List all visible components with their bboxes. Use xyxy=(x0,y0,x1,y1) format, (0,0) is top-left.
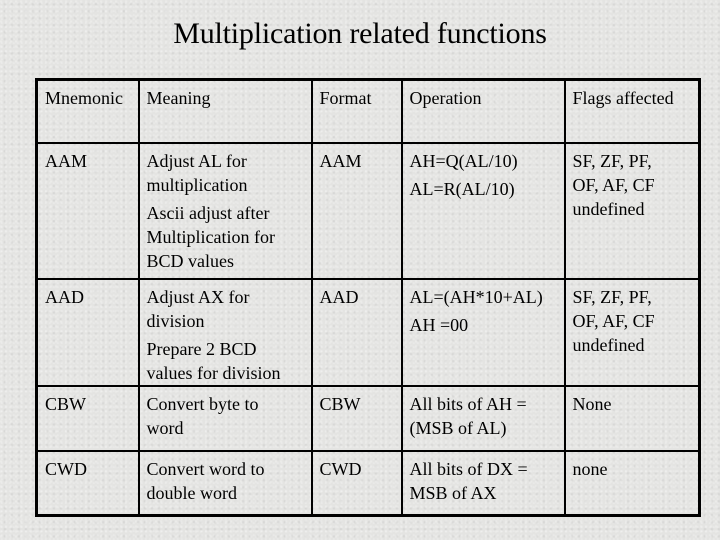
flags-line: OF, AF, CF xyxy=(572,174,655,195)
meaning-line: division xyxy=(146,310,205,331)
cell-meaning: Convert word to double word xyxy=(137,449,313,517)
header-flags-affected: Flags affected xyxy=(563,78,701,144)
meaning-extra-line: values for division xyxy=(146,362,281,383)
table-row: AAM Adjust AL for multiplication Ascii a… xyxy=(35,141,701,280)
cell-flags: none xyxy=(563,449,701,517)
header-operation: Operation xyxy=(400,78,566,144)
meaning-line: Convert byte to xyxy=(146,393,259,414)
cell-operation: All bits of DX = MSB of AX xyxy=(400,449,566,517)
cell-meaning: Adjust AL for multiplication Ascii adjus… xyxy=(137,141,313,280)
cell-mnemonic: CBW xyxy=(35,384,140,452)
cell-mnemonic: AAM xyxy=(35,141,140,280)
operation-line: AH=Q(AL/10) xyxy=(409,150,518,171)
meaning-line: Adjust AX for xyxy=(146,286,250,307)
flags-line: SF, ZF, PF, xyxy=(572,286,652,307)
header-format: Format xyxy=(310,78,403,144)
table-row: CWD Convert word to double word CWD All … xyxy=(35,449,701,517)
flags-line: SF, ZF, PF, xyxy=(572,150,652,171)
cell-format: CWD xyxy=(310,449,403,517)
cell-format: CBW xyxy=(310,384,403,452)
meaning-line: multiplication xyxy=(146,174,248,195)
page-title: Multiplication related functions xyxy=(173,17,547,50)
table-row: CBW Convert byte to word CBW All bits of… xyxy=(35,384,701,452)
meaning-line: Convert word to xyxy=(146,458,265,479)
meaning-extra-line: Ascii adjust after xyxy=(146,202,270,223)
operation-line: AH =00 xyxy=(409,314,469,335)
flags-line: OF, AF, CF xyxy=(572,310,655,331)
operation-line: All bits of AH = xyxy=(409,393,527,414)
flags-line: undefined xyxy=(572,198,645,219)
table-header-row: Mnemonic Meaning Format Operation Flags … xyxy=(35,78,701,144)
flags-line: undefined xyxy=(572,334,645,355)
operation-line: MSB of AX xyxy=(409,482,497,503)
cell-flags: SF, ZF, PF, OF, AF, CF undefined xyxy=(563,277,701,387)
flags-line: none xyxy=(572,458,608,479)
cell-operation: AL=(AH*10+AL) AH =00 xyxy=(400,277,566,387)
cell-mnemonic: AAD xyxy=(35,277,140,387)
header-mnemonic: Mnemonic xyxy=(35,78,140,144)
header-meaning: Meaning xyxy=(137,78,313,144)
cell-flags: SF, ZF, PF, OF, AF, CF undefined xyxy=(563,141,701,280)
cell-operation: AH=Q(AL/10) AL=R(AL/10) xyxy=(400,141,566,280)
cell-format: AAD xyxy=(310,277,403,387)
cell-meaning: Adjust AX for division Prepare 2 BCD val… xyxy=(137,277,313,387)
meaning-extra-line: BCD values xyxy=(146,250,235,271)
meaning-extra-line: Prepare 2 BCD xyxy=(146,338,257,359)
cell-flags: None xyxy=(563,384,701,452)
table-row: AAD Adjust AX for division Prepare 2 BCD… xyxy=(35,277,701,387)
multiplication-functions-table: Mnemonic Meaning Format Operation Flags … xyxy=(35,78,701,517)
meaning-line: Adjust AL for xyxy=(146,150,247,171)
operation-line: All bits of DX = xyxy=(409,458,528,479)
cell-operation: All bits of AH = (MSB of AL) xyxy=(400,384,566,452)
cell-mnemonic: CWD xyxy=(35,449,140,517)
meaning-line: double word xyxy=(146,482,237,503)
meaning-line: word xyxy=(146,417,184,438)
operation-line: AL=(AH*10+AL) xyxy=(409,286,543,307)
operation-line: AL=R(AL/10) xyxy=(409,178,515,199)
meaning-extra-line: Multiplication for xyxy=(146,226,275,247)
operation-line: (MSB of AL) xyxy=(409,417,507,438)
cell-meaning: Convert byte to word xyxy=(137,384,313,452)
cell-format: AAM xyxy=(310,141,403,280)
flags-line: None xyxy=(572,393,612,414)
